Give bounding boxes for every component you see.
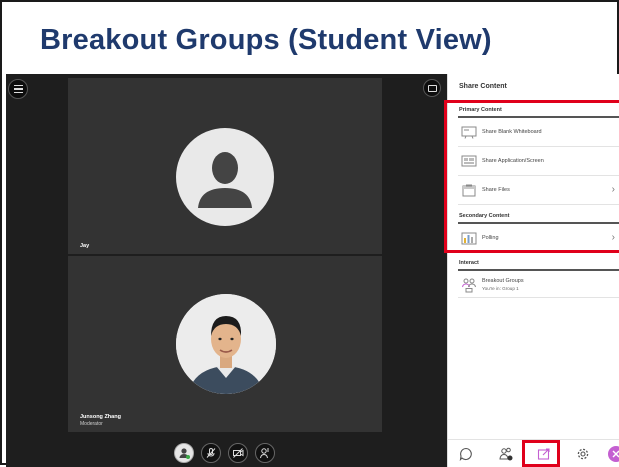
video-tile: Jay <box>68 78 382 254</box>
microphone-muted-icon[interactable] <box>201 443 221 463</box>
chat-icon[interactable] <box>458 446 474 462</box>
attendees-icon[interactable] <box>498 446 514 462</box>
panel-title: Share Content <box>459 83 507 90</box>
session-controls <box>6 437 447 467</box>
breakout-groups-item[interactable]: Breakout Groups You're in: Group 1 <box>458 272 619 298</box>
section-divider <box>458 269 619 271</box>
participant-photo <box>176 294 276 394</box>
breakout-title: Breakout Groups <box>482 278 524 284</box>
slide: Breakout Groups (Student View) Jay Junso… <box>0 0 619 467</box>
breakout-subtitle: You're in: Group 1 <box>482 286 519 291</box>
default-avatar-icon <box>176 128 274 226</box>
share-options-highlight <box>444 100 619 253</box>
interact-heading: Interact <box>459 260 479 266</box>
video-stage: Jay Junsong Zhang Moderator <box>6 74 447 467</box>
participant-name: Jay <box>80 243 90 249</box>
layout-icon[interactable] <box>423 79 441 97</box>
share-tab-highlight <box>522 440 560 467</box>
participant-name: Junsong Zhang <box>80 414 121 420</box>
breakout-groups-icon <box>461 277 477 293</box>
my-avatar-button[interactable] <box>174 443 194 463</box>
close-icon[interactable] <box>608 446 619 462</box>
camera-off-icon[interactable] <box>228 443 248 463</box>
hamburger-menu-icon[interactable] <box>8 79 28 99</box>
video-tile: Junsong Zhang Moderator <box>68 256 382 432</box>
raise-hand-icon[interactable] <box>255 443 275 463</box>
slide-title: Breakout Groups (Student View) <box>40 24 492 56</box>
participant-role: Moderator <box>80 421 103 427</box>
settings-icon[interactable] <box>575 446 591 462</box>
